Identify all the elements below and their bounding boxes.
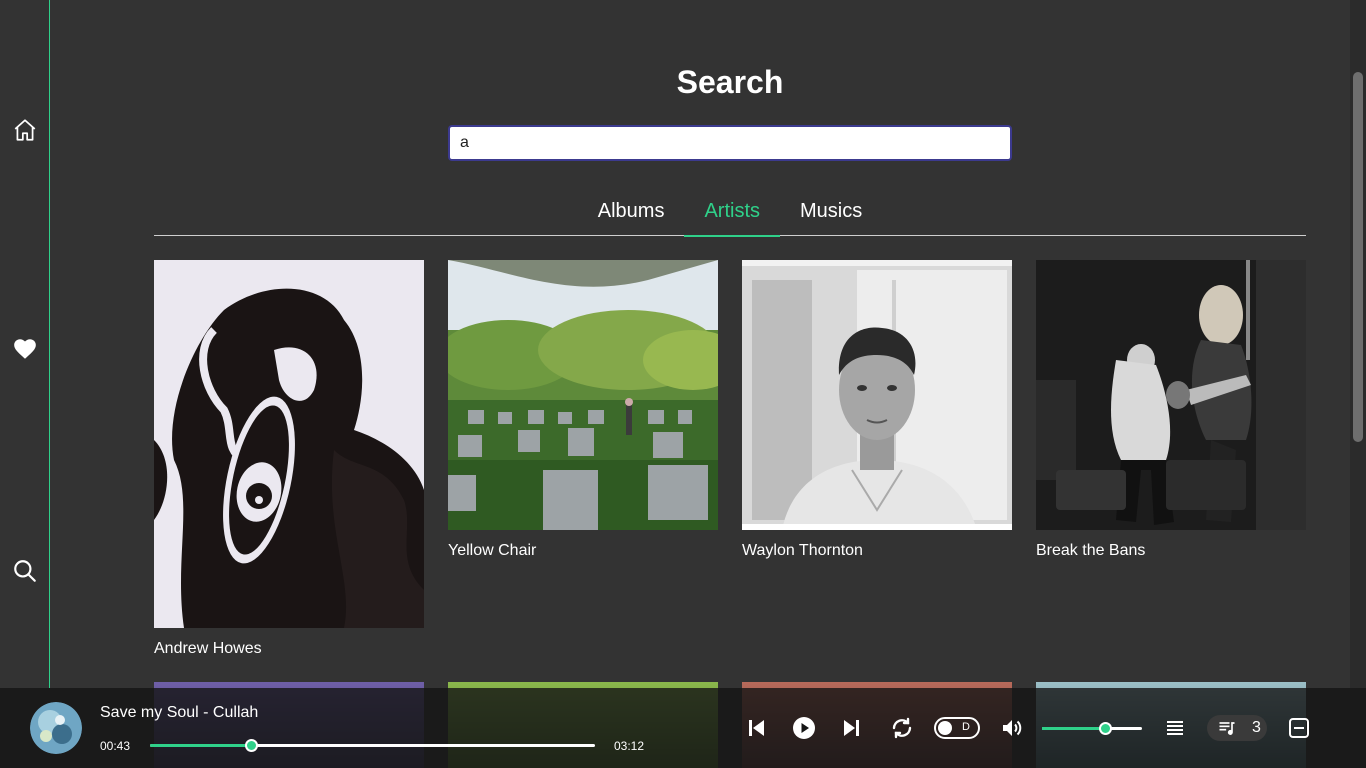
artist-image (1036, 260, 1306, 530)
toggle-knob (938, 721, 952, 735)
list-icon[interactable] (1161, 714, 1189, 742)
artist-name: Andrew Howes (154, 640, 262, 657)
artist-image (742, 260, 1012, 530)
scrollbar-thumb[interactable] (1353, 72, 1363, 442)
main-content: Search Albums Artists Musics Andrew Howe… (154, 0, 1306, 768)
page-title: Search (676, 64, 784, 100)
queue-music-icon (1219, 722, 1235, 735)
volume-icon[interactable] (998, 714, 1026, 742)
artist-name: Waylon Thornton (742, 542, 863, 559)
artist-image (154, 260, 424, 628)
heart-icon[interactable] (10, 334, 40, 364)
artist-card[interactable]: Break the Bans (1036, 260, 1306, 560)
play-icon[interactable] (790, 714, 818, 742)
queue-button[interactable]: 3 (1207, 715, 1267, 741)
artist-name: Yellow Chair (448, 542, 537, 559)
minimize-icon[interactable] (1285, 714, 1313, 742)
track-cover (30, 702, 82, 754)
queue-count: 3 (1252, 719, 1261, 736)
repeat-icon[interactable] (888, 714, 916, 742)
artist-card[interactable]: Yellow Chair (448, 260, 718, 560)
tab-bar: Albums Artists Musics (154, 188, 1306, 237)
progress-slider[interactable] (150, 739, 595, 752)
track-title: Save my Soul - Cullah (100, 704, 259, 721)
artist-image (448, 260, 718, 530)
elapsed-time: 00:43 (100, 739, 131, 753)
tab-albums[interactable]: Albums (578, 188, 685, 234)
home-icon[interactable] (10, 115, 40, 145)
artist-card[interactable]: Waylon Thornton (742, 260, 1012, 560)
duration-time: 03:12 (614, 739, 645, 753)
artist-card[interactable]: Andrew Howes (154, 260, 424, 658)
tab-musics[interactable]: Musics (780, 188, 882, 234)
sidebar (0, 0, 50, 688)
volume-knob[interactable] (1099, 722, 1112, 735)
progress-fill (150, 744, 251, 747)
toggle-switch[interactable]: D (934, 717, 980, 739)
skip-previous-icon[interactable] (742, 714, 770, 742)
artist-name: Break the Bans (1036, 542, 1146, 559)
skip-next-icon[interactable] (838, 714, 866, 742)
volume-fill (1042, 727, 1105, 730)
search-icon[interactable] (10, 556, 40, 586)
progress-knob[interactable] (244, 739, 258, 752)
tab-artists[interactable]: Artists (684, 188, 780, 237)
volume-slider[interactable] (1042, 722, 1142, 735)
player-bar: Save my Soul - Cullah 00:43 03:12 D 3 (0, 688, 1366, 768)
toggle-label: D (962, 721, 970, 733)
search-input[interactable] (448, 125, 1012, 161)
scrollbar[interactable] (1350, 0, 1366, 688)
